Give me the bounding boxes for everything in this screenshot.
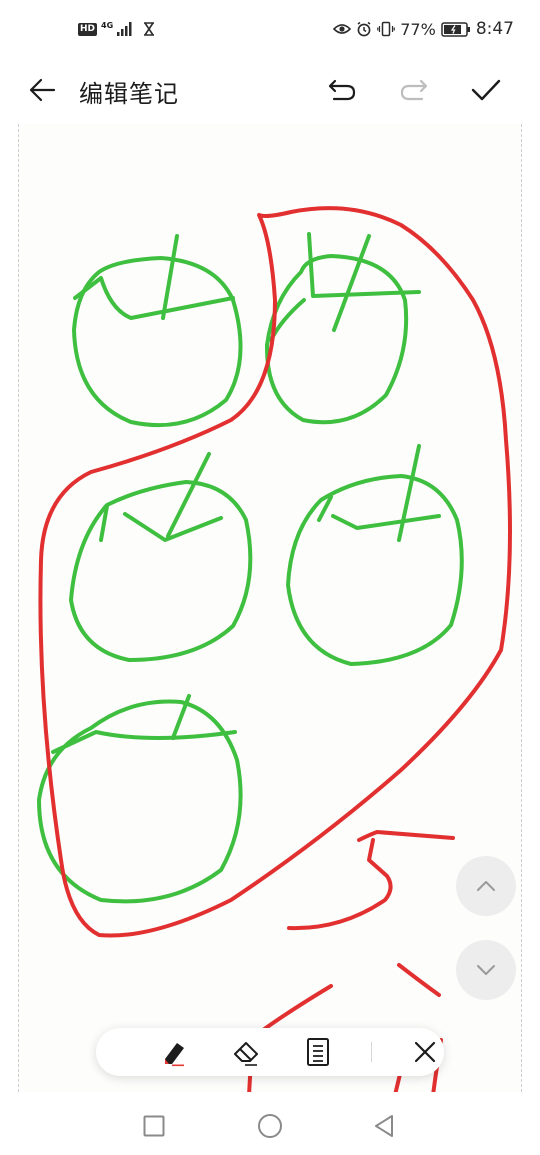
hd-badge: HD — [78, 22, 98, 36]
check-icon — [471, 79, 501, 101]
home-button[interactable] — [253, 1109, 287, 1143]
undo-icon — [328, 79, 356, 101]
hourglass-icon — [144, 22, 155, 36]
undo-button[interactable] — [322, 70, 362, 110]
nav-back-button[interactable] — [367, 1109, 401, 1143]
page-title: 编辑笔记 — [79, 80, 179, 108]
handwriting-strokes[interactable] — [19, 124, 523, 1092]
battery-icon — [441, 21, 470, 37]
chevron-down-icon — [477, 965, 495, 975]
vibrate-icon — [377, 21, 396, 37]
drawing-toolbar — [96, 1028, 444, 1076]
eraser-tool-button[interactable] — [228, 1034, 264, 1070]
app-bar: 编辑笔记 — [0, 60, 540, 120]
eye-icon — [333, 24, 352, 34]
back-button[interactable] — [22, 70, 62, 110]
home-circle-icon — [258, 1114, 282, 1138]
status-right: 77% 8:47 — [333, 19, 514, 39]
status-bar: HD 4G 77% 8:47 — [0, 0, 540, 60]
pen-icon — [165, 1043, 184, 1067]
pen-tool-button[interactable] — [156, 1034, 192, 1070]
confirm-button[interactable] — [466, 70, 506, 110]
scroll-down-button[interactable] — [456, 940, 516, 1000]
page-tool-button[interactable] — [300, 1034, 336, 1070]
signal-icon — [117, 22, 132, 36]
chevron-up-icon — [477, 881, 495, 891]
recents-square-icon — [143, 1115, 165, 1137]
close-icon — [414, 1041, 436, 1063]
drawing-canvas[interactable] — [18, 124, 522, 1092]
eraser-icon — [234, 1042, 258, 1066]
system-nav-bar — [0, 1095, 540, 1155]
back-triangle-icon — [375, 1115, 393, 1137]
clock-time: 8:47 — [475, 19, 514, 39]
redo-button[interactable] — [394, 70, 434, 110]
status-left: HD 4G — [78, 20, 155, 36]
alarm-icon — [357, 21, 371, 37]
close-toolbar-button[interactable] — [407, 1034, 443, 1070]
scroll-up-button[interactable] — [456, 856, 516, 916]
document-icon — [307, 1038, 329, 1066]
red-strokes — [38, 206, 512, 1092]
battery-percent: 77% — [400, 19, 436, 39]
recents-button[interactable] — [137, 1109, 171, 1143]
toolbar-divider — [371, 1042, 372, 1062]
back-arrow-icon — [29, 78, 56, 102]
network-type: 4G — [101, 20, 114, 30]
redo-icon — [400, 79, 428, 101]
green-apple-strokes — [37, 232, 464, 904]
